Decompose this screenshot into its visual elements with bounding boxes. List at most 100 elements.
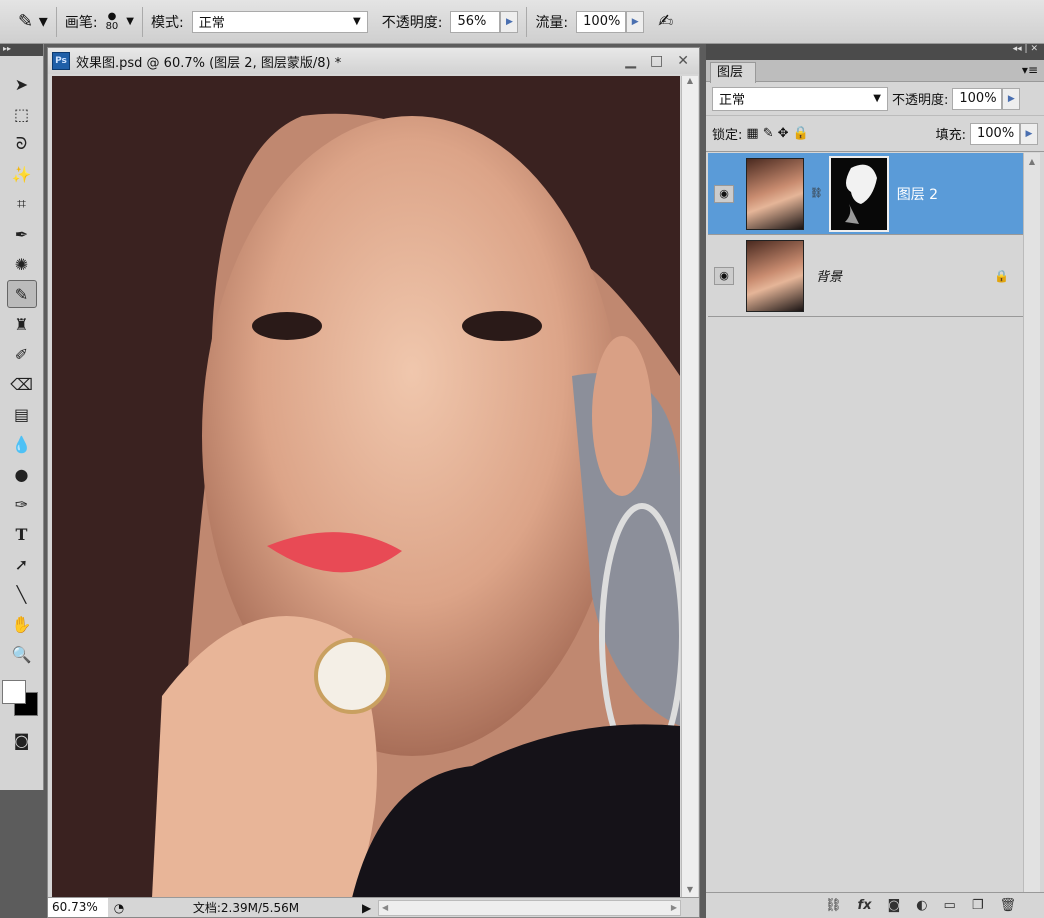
healing-brush-tool-icon[interactable]: ✺ bbox=[7, 250, 37, 278]
flow-label: 流量: bbox=[535, 14, 569, 31]
layer-name[interactable]: 图层 2 bbox=[897, 184, 938, 204]
link-icon[interactable]: ⛓ bbox=[810, 188, 823, 199]
opacity-input[interactable]: 56% bbox=[450, 10, 501, 33]
blend-mode-select[interactable]: 正常 ▼ bbox=[712, 86, 888, 111]
mode-label: 模式: bbox=[151, 14, 184, 31]
panel-header: ◂◂ | ✕ bbox=[706, 44, 1044, 60]
opacity-label: 不透明度: bbox=[381, 14, 443, 31]
visibility-eye-icon[interactable]: ◉ bbox=[714, 266, 734, 285]
brush-tool-preset-icon[interactable]: ✎ ▾ bbox=[18, 11, 48, 32]
status-arrow-icon[interactable]: ▶ bbox=[362, 901, 378, 915]
line-tool-icon[interactable]: ╲ bbox=[7, 580, 37, 608]
fill-label: 填充: bbox=[935, 128, 966, 143]
blur-tool-icon[interactable]: 💧 bbox=[7, 430, 37, 458]
document-title: 效果图.psd @ 60.7% (图层 2, 图层蒙版/8) * bbox=[76, 55, 342, 71]
maximize-icon[interactable]: □ bbox=[650, 53, 663, 69]
options-bar: ✎ ▾ 画笔: ● 80 ▼ 模式: 正常 ▼ 不透明度: 56% ▶ 流量: 100… bbox=[0, 0, 1044, 44]
type-tool-icon[interactable]: T bbox=[7, 520, 37, 548]
brush-picker[interactable]: ● 80 bbox=[105, 11, 119, 32]
scroll-up-icon[interactable]: ▲ bbox=[682, 76, 698, 85]
opacity-slider-button[interactable]: ▶ bbox=[500, 10, 519, 33]
minimize-icon[interactable]: ▁ bbox=[625, 53, 636, 69]
scroll-down-icon[interactable]: ▼ bbox=[682, 885, 698, 894]
pen-tool-icon[interactable]: ✑ bbox=[7, 490, 37, 518]
fx-icon[interactable]: fx bbox=[858, 898, 872, 913]
visibility-eye-icon[interactable]: ◉ bbox=[714, 184, 734, 203]
path-selection-tool-icon[interactable]: ➚ bbox=[7, 550, 37, 578]
crop-tool-icon[interactable]: ⌗ bbox=[7, 190, 37, 218]
layer-row-layer-2[interactable]: ◉ ⛓ 图层 2 bbox=[708, 153, 1023, 235]
collapse-icon[interactable]: ▸▸ bbox=[0, 44, 43, 56]
zoom-tool-icon[interactable]: 🔍 bbox=[7, 640, 37, 668]
tab-layers[interactable]: 图层 bbox=[710, 62, 756, 83]
adjustment-layer-icon[interactable]: ◐ bbox=[916, 898, 927, 913]
layer-thumbnail bbox=[746, 239, 804, 312]
lasso-tool-icon[interactable]: ᘐ bbox=[7, 130, 37, 158]
lock-all-icon[interactable]: 🔒 bbox=[793, 126, 809, 141]
photoshop-icon: Ps bbox=[52, 52, 70, 70]
brush-tool-icon[interactable]: ✎ bbox=[6, 280, 37, 308]
status-menu-icon[interactable]: ◔ bbox=[108, 901, 130, 915]
flow-input[interactable]: 100% bbox=[576, 10, 627, 33]
layer-name[interactable]: 背景 bbox=[816, 266, 842, 285]
close-icon[interactable]: ✕ bbox=[677, 53, 689, 69]
layers-scrollbar[interactable]: ▲ bbox=[1023, 153, 1040, 893]
dodge-tool-icon[interactable]: ● bbox=[7, 460, 37, 488]
flow-slider-button[interactable]: ▶ bbox=[626, 10, 645, 33]
brush-size: 80 bbox=[105, 20, 119, 32]
magic-wand-tool-icon[interactable]: ✨ bbox=[7, 160, 37, 188]
mode-select[interactable]: 正常 ▼ bbox=[191, 10, 368, 33]
lock-icon: 🔒 bbox=[994, 268, 1009, 283]
eyedropper-tool-icon[interactable]: ✒ bbox=[7, 220, 37, 248]
link-layers-icon[interactable]: ⛓ bbox=[825, 898, 842, 913]
gradient-tool-icon[interactable]: ▤ bbox=[7, 400, 37, 428]
toolbox: ▸▸ ➤ ⬚ ᘐ ✨ ⌗ ✒ ✺ ✎ ♜ ✐ ⌫ ▤ 💧 ● ✑ T ➚ ╲ ✋… bbox=[0, 44, 44, 790]
history-brush-tool-icon[interactable]: ✐ bbox=[7, 340, 37, 368]
layers-bottom-bar: ⛓ fx ◙ ◐ ▭ ❐ 🗑 bbox=[706, 892, 1044, 918]
lock-label: 锁定: bbox=[712, 128, 743, 143]
panel-menu-icon[interactable]: ▾≡ bbox=[1022, 63, 1038, 77]
marquee-tool-icon[interactable]: ⬚ bbox=[7, 100, 37, 128]
chevron-down-icon: ▼ bbox=[353, 16, 361, 27]
color-swatches[interactable] bbox=[0, 668, 43, 724]
hand-tool-icon[interactable]: ✋ bbox=[7, 610, 37, 638]
layer-mask-thumbnail[interactable] bbox=[828, 155, 889, 232]
layer-row-background[interactable]: ◉ 背景 🔒 bbox=[708, 235, 1023, 317]
lock-position-icon[interactable]: ✥ bbox=[778, 126, 789, 141]
foreground-color-swatch[interactable] bbox=[2, 680, 26, 704]
new-layer-icon[interactable]: ❐ bbox=[972, 898, 984, 913]
layer-opacity-input[interactable]: 100% bbox=[952, 87, 1003, 110]
trash-icon[interactable]: 🗑 bbox=[999, 898, 1016, 913]
horizontal-scrollbar[interactable]: ◀ ▶ bbox=[378, 899, 681, 916]
airbrush-icon[interactable]: ✍ bbox=[658, 11, 673, 32]
portrait-photo bbox=[52, 76, 680, 898]
vertical-scrollbar[interactable]: ▲ ▼ bbox=[681, 76, 698, 898]
zoom-level-input[interactable]: 60.73% bbox=[48, 898, 108, 917]
eraser-tool-icon[interactable]: ⌫ bbox=[7, 370, 37, 398]
doc-info: 文档:2.39M/5.56M bbox=[192, 901, 300, 915]
chevron-down-icon: ▼ bbox=[873, 93, 881, 104]
fill-input[interactable]: 100% bbox=[970, 122, 1020, 145]
lock-transparent-icon[interactable]: ▦ bbox=[746, 126, 758, 141]
blend-mode-value: 正常 bbox=[719, 93, 746, 108]
layer-opacity-slider-button[interactable]: ▶ bbox=[1002, 87, 1021, 110]
mode-value: 正常 bbox=[198, 16, 225, 31]
close-panel-icon[interactable]: ✕ bbox=[1030, 44, 1038, 54]
layers-panel: ◂◂ | ✕ 图层 ▾≡ 正常 ▼ 不透明度: 100% ▶ 锁定: ▦ ✎ ✥ 🔒 … bbox=[706, 44, 1044, 918]
move-tool-icon[interactable]: ➤ bbox=[7, 70, 37, 98]
lock-pixels-icon[interactable]: ✎ bbox=[763, 126, 774, 141]
document-title-bar[interactable]: Ps 效果图.psd @ 60.7% (图层 2, 图层蒙版/8) * ▁ □ ✕ bbox=[48, 48, 699, 74]
add-mask-icon[interactable]: ◙ bbox=[888, 898, 901, 913]
new-group-icon[interactable]: ▭ bbox=[944, 898, 956, 913]
document-window: Ps 效果图.psd @ 60.7% (图层 2, 图层蒙版/8) * ▁ □ ✕ … bbox=[47, 47, 700, 918]
chevron-down-icon[interactable]: ▼ bbox=[126, 16, 134, 27]
layer-opacity-label: 不透明度: bbox=[892, 93, 949, 108]
clone-stamp-tool-icon[interactable]: ♜ bbox=[7, 310, 37, 338]
image-canvas[interactable] bbox=[52, 76, 680, 898]
fill-slider-button[interactable]: ▶ bbox=[1020, 122, 1038, 145]
layer-thumbnail bbox=[746, 157, 804, 230]
collapse-panel-icon[interactable]: ◂◂ bbox=[1013, 44, 1022, 54]
brush-label: 画笔: bbox=[64, 14, 98, 31]
quick-mask-icon[interactable]: ◙ bbox=[7, 726, 37, 754]
status-bar: 60.73% ◔ 文档:2.39M/5.56M ▶ ◀ ▶ bbox=[48, 897, 699, 917]
